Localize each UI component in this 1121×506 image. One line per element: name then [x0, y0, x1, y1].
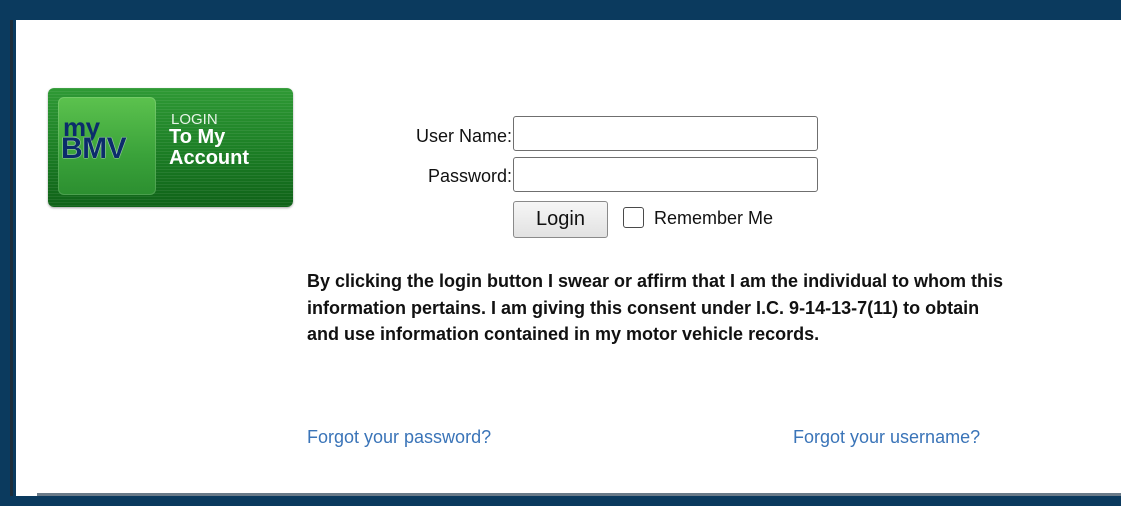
remember-me-checkbox[interactable] — [623, 207, 644, 228]
password-label: Password: — [427, 166, 512, 186]
left-divider — [10, 20, 13, 496]
logo-login-text: LOGIN — [171, 111, 218, 128]
password-input[interactable] — [513, 157, 818, 192]
mybmv-login-logo: my BMV LOGIN To My Account — [48, 88, 293, 207]
logo-to-my-text: To My — [169, 126, 226, 148]
logo-bmv-text: BMV — [61, 132, 127, 165]
consent-statement: By clicking the login button I swear or … — [307, 271, 1004, 344]
bottom-divider — [37, 493, 1121, 496]
username-input[interactable] — [513, 116, 818, 151]
logo-account-text: Account — [169, 147, 249, 169]
login-button[interactable]: Login — [513, 201, 608, 238]
username-label: User Name: — [415, 126, 512, 146]
forgot-password-link[interactable]: Forgot your password? — [307, 427, 491, 448]
remember-me-label[interactable]: Remember Me — [654, 208, 773, 229]
forgot-username-link[interactable]: Forgot your username? — [793, 427, 980, 448]
